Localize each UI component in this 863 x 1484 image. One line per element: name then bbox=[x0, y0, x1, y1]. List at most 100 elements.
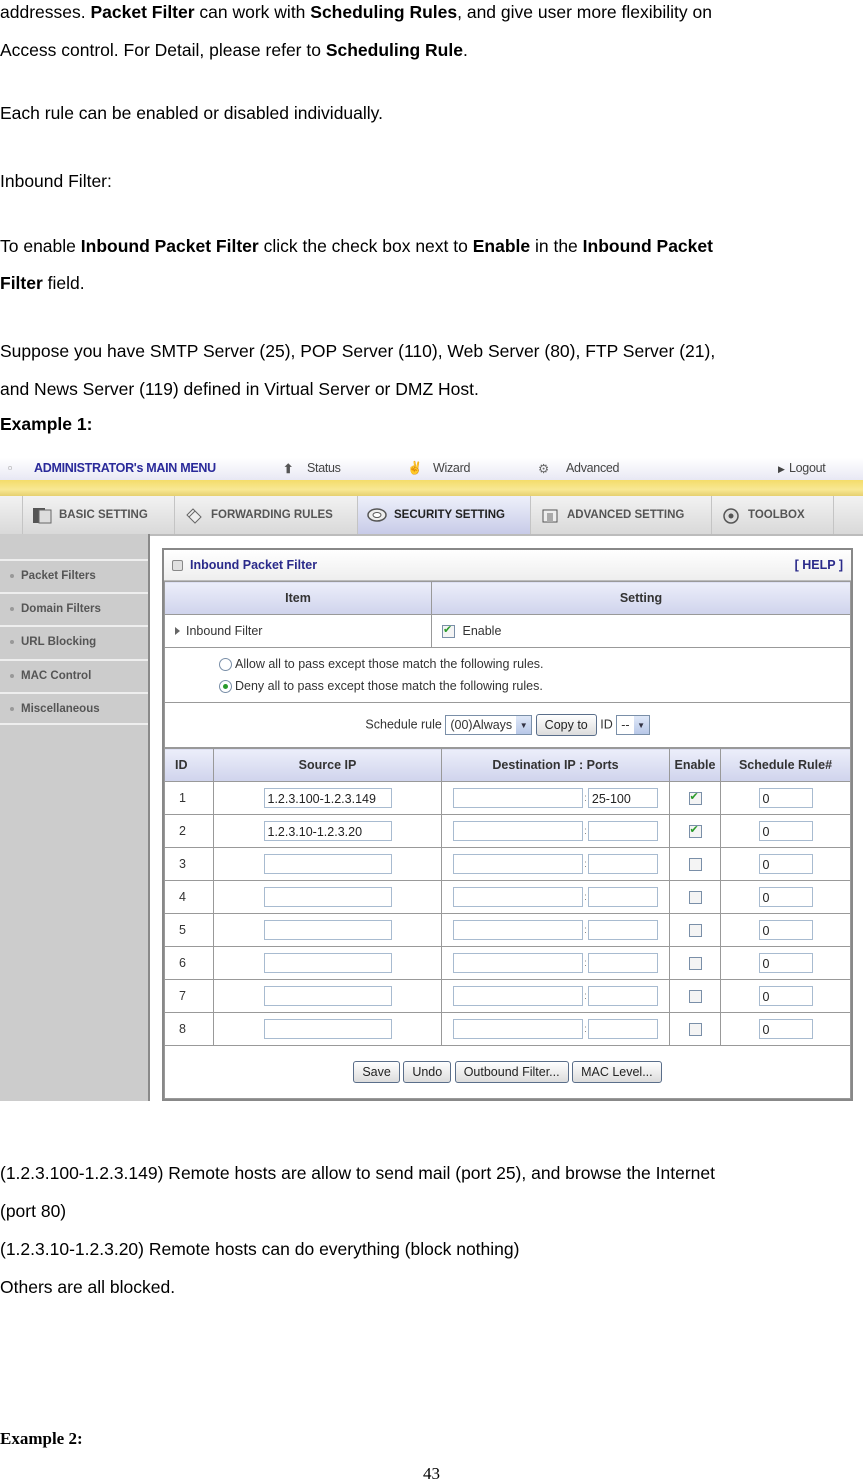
schedule-rule-select[interactable]: (00)Always ▼ bbox=[445, 715, 533, 735]
id-select[interactable]: -- ▼ bbox=[616, 715, 650, 735]
schedule-rule-input[interactable]: 0 bbox=[758, 854, 813, 874]
ports-input[interactable] bbox=[587, 887, 658, 907]
bullet-icon bbox=[10, 639, 14, 644]
main-menu-title[interactable]: ADMINISTRATOR's MAIN MENU bbox=[34, 461, 216, 475]
port-separator: : bbox=[584, 793, 587, 805]
destination-ip-input[interactable] bbox=[453, 1019, 584, 1039]
sidebar-item-miscellaneous[interactable]: Miscellaneous bbox=[0, 692, 148, 725]
panel-title: Inbound Packet Filter bbox=[190, 558, 318, 572]
sidebar: Packet Filters Domain Filters URL Blocki… bbox=[0, 534, 150, 1101]
port-separator: : bbox=[584, 1024, 587, 1036]
copy-to-button[interactable]: Copy to bbox=[535, 714, 597, 736]
menu-status[interactable]: Status bbox=[307, 461, 341, 475]
rule-id: 4 bbox=[164, 880, 214, 914]
main-menu-bar: ▫ ADMINISTRATOR's MAIN MENU ⬆ Status ✌ W… bbox=[0, 458, 863, 480]
destination-cell: : bbox=[441, 1012, 670, 1046]
source-ip-input[interactable] bbox=[263, 854, 392, 874]
undo-button[interactable]: Undo bbox=[403, 1061, 452, 1083]
destination-ip-input[interactable] bbox=[453, 920, 584, 940]
rule-enable-checkbox[interactable] bbox=[688, 790, 702, 806]
rule-enable-checkbox[interactable] bbox=[688, 858, 702, 872]
decorative-band bbox=[0, 480, 863, 496]
schedule-rule-input[interactable]: 0 bbox=[758, 920, 813, 940]
sidebar-item-packet-filters[interactable]: Packet Filters bbox=[0, 559, 148, 590]
rule-enable-checkbox[interactable] bbox=[688, 990, 702, 1004]
source-ip-cell bbox=[213, 979, 442, 1013]
policy-cell: Allow all to pass except those match the… bbox=[164, 647, 851, 703]
ports-input[interactable]: 25-100 bbox=[587, 788, 658, 808]
source-ip-input[interactable]: 1.2.3.10-1.2.3.20 bbox=[263, 821, 392, 841]
schedule-rule-input[interactable]: 0 bbox=[758, 887, 813, 907]
enable-checkbox[interactable] bbox=[442, 623, 455, 639]
port-separator: : bbox=[584, 958, 587, 970]
destination-ip-input[interactable] bbox=[453, 887, 584, 907]
sidebar-item-mac-control[interactable]: MAC Control bbox=[0, 659, 148, 690]
source-ip-input[interactable]: 1.2.3.100-1.2.3.149 bbox=[263, 788, 392, 808]
header-schedule: Schedule Rule# bbox=[720, 748, 851, 782]
enable-cell bbox=[669, 847, 721, 881]
source-ip-input[interactable] bbox=[263, 953, 392, 973]
ports-input[interactable] bbox=[587, 1019, 658, 1039]
tab-security-setting[interactable]: SECURITY SETTING bbox=[358, 496, 531, 534]
schedule-rule-input[interactable]: 0 bbox=[758, 1019, 813, 1039]
save-button[interactable]: Save bbox=[353, 1061, 400, 1083]
schedule-rule-input[interactable]: 0 bbox=[758, 788, 813, 808]
mac-level-button[interactable]: MAC Level... bbox=[572, 1061, 662, 1083]
help-link[interactable]: [ HELP ] bbox=[795, 558, 843, 572]
enable-cell bbox=[669, 1012, 721, 1046]
menu-logout[interactable]: Logout bbox=[789, 461, 826, 475]
enable-cell bbox=[669, 913, 721, 947]
rule-row: 7: 0 bbox=[164, 979, 851, 1013]
source-ip-input[interactable] bbox=[263, 986, 392, 1006]
tab-forwarding-rules[interactable]: FORWARDING RULES bbox=[175, 496, 358, 534]
schedule-rule-input[interactable]: 0 bbox=[758, 953, 813, 973]
paragraph-enable-line2: Filter field. bbox=[0, 273, 85, 293]
panel-square-icon bbox=[172, 560, 183, 572]
menu-advanced[interactable]: Advanced bbox=[566, 461, 620, 475]
rule-id: 6 bbox=[164, 946, 214, 980]
tab-toolbox[interactable]: TOOLBOX bbox=[712, 496, 834, 534]
ports-input[interactable] bbox=[587, 854, 658, 874]
destination-ip-input[interactable] bbox=[453, 854, 584, 874]
source-ip-input[interactable] bbox=[263, 887, 392, 907]
sidebar-item-url-blocking[interactable]: URL Blocking bbox=[0, 625, 148, 656]
rule-enable-checkbox[interactable] bbox=[688, 1023, 702, 1037]
destination-ip-input[interactable] bbox=[453, 821, 584, 841]
ports-input[interactable] bbox=[587, 920, 658, 940]
ports-input[interactable] bbox=[587, 986, 658, 1006]
schedule-rule-input[interactable]: 0 bbox=[758, 986, 813, 1006]
rule-enable-checkbox[interactable] bbox=[688, 957, 702, 971]
destination-ip-input[interactable] bbox=[453, 788, 584, 808]
destination-cell: : bbox=[441, 847, 670, 881]
source-ip-input[interactable] bbox=[263, 1019, 392, 1039]
allow-option[interactable]: Allow all to pass except those match the… bbox=[219, 653, 850, 675]
destination-cell: : bbox=[441, 913, 670, 947]
rule-enable-checkbox[interactable] bbox=[688, 823, 702, 839]
chevron-down-icon: ▼ bbox=[516, 716, 532, 734]
port-separator: : bbox=[584, 925, 587, 937]
source-ip-input[interactable] bbox=[263, 920, 392, 940]
ports-input[interactable] bbox=[587, 953, 658, 973]
destination-ip-input[interactable] bbox=[453, 953, 584, 973]
rule-enable-checkbox[interactable] bbox=[688, 891, 702, 905]
tab-basic-setting[interactable]: BASIC SETTING bbox=[22, 496, 175, 534]
tab-bar: BASIC SETTING FORWARDING RULES SECURITY … bbox=[0, 496, 863, 536]
tab-advanced-setting[interactable]: ADVANCED SETTING bbox=[531, 496, 712, 534]
source-ip-cell: 1.2.3.100-1.2.3.149 bbox=[213, 781, 442, 815]
logout-arrow-icon: ▶ bbox=[778, 464, 785, 474]
paragraph-intro-line1: addresses. Packet Filter can work with S… bbox=[0, 2, 712, 22]
sidebar-item-domain-filters[interactable]: Domain Filters bbox=[0, 592, 148, 623]
allow-radio[interactable] bbox=[219, 658, 232, 672]
paragraph-intro-line2: Access control. For Detail, please refer… bbox=[0, 40, 468, 60]
rule-enable-checkbox[interactable] bbox=[688, 924, 702, 938]
ports-input[interactable] bbox=[587, 821, 658, 841]
port-separator: : bbox=[584, 859, 587, 871]
menu-wizard[interactable]: Wizard bbox=[433, 461, 470, 475]
destination-ip-input[interactable] bbox=[453, 986, 584, 1006]
rule-row: 2 1.2.3.10-1.2.3.20: 0 bbox=[164, 814, 851, 848]
header-id: ID bbox=[164, 748, 214, 782]
deny-option[interactable]: Deny all to pass except those match the … bbox=[219, 675, 850, 697]
deny-radio[interactable] bbox=[219, 680, 232, 694]
schedule-rule-input[interactable]: 0 bbox=[758, 821, 813, 841]
outbound-filter-button[interactable]: Outbound Filter... bbox=[454, 1061, 569, 1083]
